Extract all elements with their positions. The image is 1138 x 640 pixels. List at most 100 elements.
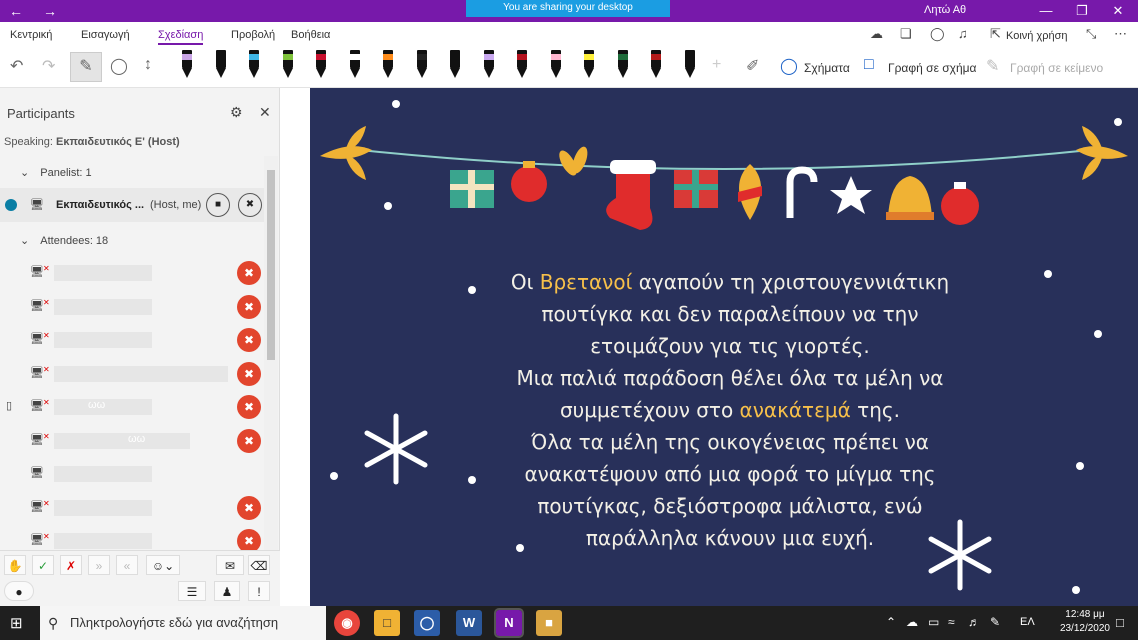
shapes-icon[interactable]: ◯ <box>780 56 798 76</box>
bell-icon[interactable]: ♫ <box>958 26 968 41</box>
attendee-row[interactable]: ▯ 🖥 ✕ ωω ✖ <box>0 390 264 424</box>
attendee-row[interactable]: 🖥 ✕ ✖ <box>0 290 264 324</box>
language-indicator[interactable]: ΕΛ <box>1020 616 1035 628</box>
pen-tool-icon[interactable] <box>545 50 567 82</box>
undo-icon[interactable]: ↶ <box>10 56 23 76</box>
app-icon[interactable]: ■ <box>536 610 562 636</box>
ink-to-text-icon[interactable]: ✎ <box>986 56 999 76</box>
notifications-icon[interactable]: □ <box>1116 615 1124 630</box>
attendee-row[interactable]: 🖥 ✕ ✖ <box>0 323 264 357</box>
pen-tool-icon[interactable] <box>243 50 265 82</box>
megaphone-icon[interactable]: ✉ <box>216 555 244 575</box>
mic-muted-icon[interactable]: ✖ <box>237 294 261 319</box>
pen-tool-icon[interactable] <box>645 50 667 82</box>
mic-muted-icon[interactable]: ✖ <box>238 193 262 217</box>
tab-home[interactable]: Κεντρική <box>10 29 52 41</box>
pen-tool-icon[interactable] <box>444 50 466 82</box>
sharing-banner[interactable]: You are sharing your desktop <box>466 0 670 17</box>
alert-icon[interactable]: ! <box>248 581 270 601</box>
pen-tool-icon[interactable] <box>578 50 600 82</box>
settings-icon[interactable]: ⚙ <box>230 104 243 121</box>
close-icon[interactable]: ✕ <box>1100 0 1136 22</box>
ink-to-shape-icon[interactable]: □ <box>864 56 874 74</box>
pen-tool-icon[interactable] <box>511 50 533 82</box>
onenote-icon[interactable]: N <box>494 608 524 638</box>
more-icon[interactable]: ⋯ <box>1114 26 1127 42</box>
host-row[interactable]: 🖥 Εκπαιδευτικός ... (Host, me) ■ ✖ <box>0 188 264 222</box>
add-space-icon[interactable]: ↕ <box>144 56 152 74</box>
share-icon[interactable]: ⇱ <box>990 26 1001 42</box>
cloud-icon[interactable]: ☁ <box>906 615 918 629</box>
ink-to-text-button[interactable]: Γραφή σε κείμενο <box>1010 61 1103 75</box>
forward-icon[interactable]: → <box>34 0 66 22</box>
pen-tool-icon[interactable] <box>377 50 399 82</box>
attendee-row[interactable]: 🖥 ✕ ✖ <box>0 357 264 391</box>
pen-tool-icon[interactable] <box>679 50 701 82</box>
mic-muted-icon[interactable]: ✖ <box>237 495 261 520</box>
taskbar-search[interactable]: ⚲ Πληκτρολογήστε εδώ για αναζήτηση <box>40 606 326 640</box>
pen-tool-icon[interactable] <box>411 50 433 82</box>
attendee-row[interactable]: 🖥 ✕ ωω ✖ <box>0 424 264 458</box>
pen-tool-icon[interactable] <box>478 50 500 82</box>
eraser-icon[interactable]: ⌫ <box>248 555 270 575</box>
attendee-row[interactable]: 🖥 <box>0 457 264 491</box>
panelist-group[interactable]: ⌄ Panelist: 1 <box>20 166 92 179</box>
sync-icon[interactable]: ☁ <box>870 26 883 42</box>
windows-start-icon[interactable]: ⊞ <box>10 614 23 632</box>
list-icon[interactable]: ☰ <box>178 581 206 601</box>
pen-tool-icon[interactable] <box>344 50 366 82</box>
tab-insert[interactable]: Εισαγωγή <box>81 29 130 41</box>
share-button[interactable]: Κοινή χρήση <box>1006 30 1068 42</box>
word-icon[interactable]: W <box>456 610 482 636</box>
ink-to-shape-button[interactable]: Γραφή σε σχήμα <box>888 61 976 75</box>
pen-tool-icon[interactable] <box>176 50 198 82</box>
add-user-icon[interactable]: ♟ <box>214 581 240 601</box>
attendee-row[interactable]: 🖥 ✕ ✖ <box>0 256 264 290</box>
mic-muted-icon[interactable]: ✖ <box>237 428 261 453</box>
clock[interactable]: 12:48 μμ 23/12/2020 <box>1060 608 1110 636</box>
battery-icon[interactable]: ▭ <box>928 615 939 629</box>
redo-icon[interactable]: ↷ <box>42 56 55 76</box>
tab-help[interactable]: Βοήθεια <box>291 29 330 41</box>
ink-replay-icon[interactable]: ✐ <box>746 56 759 76</box>
slide-canvas[interactable]: Οι Βρετανοί αγαπούν τη χριστουγεννιάτικη… <box>310 88 1138 606</box>
attendee-row[interactable]: 🖥 ✕ ✖ <box>0 491 264 525</box>
emoji-icon[interactable]: ☺⌄ <box>146 555 180 575</box>
tab-view[interactable]: Προβολή <box>231 29 275 41</box>
pen-tool-icon[interactable] <box>277 50 299 82</box>
check-icon[interactable]: ✓ <box>32 555 54 575</box>
lightbulb-icon[interactable]: ◯ <box>930 26 945 42</box>
raise-hand-icon[interactable]: ✋ <box>4 555 26 575</box>
pen-tool-icon[interactable] <box>210 50 232 82</box>
attendees-group[interactable]: ⌄ Attendees: 18 <box>20 234 108 247</box>
shapes-button[interactable]: Σχήματα <box>804 61 850 75</box>
tab-draw[interactable]: Σχεδίαση <box>158 29 204 45</box>
mic-muted-icon[interactable]: ✖ <box>237 261 261 285</box>
mic-muted-icon[interactable]: ✖ <box>237 395 261 419</box>
wifi-icon[interactable]: ≈ <box>948 615 955 629</box>
cross-icon[interactable]: ✗ <box>60 555 82 575</box>
volume-icon[interactable]: ♬ <box>968 615 980 629</box>
add-pen-icon[interactable]: + <box>712 56 721 74</box>
pen-icon[interactable]: ✎ <box>990 615 1000 629</box>
pen-tool-icon[interactable] <box>310 50 332 82</box>
close-panel-icon[interactable]: ✕ <box>259 104 271 121</box>
minimize-icon[interactable]: — <box>1028 0 1064 22</box>
back-icon[interactable]: ← <box>0 0 32 22</box>
lasso-icon[interactable]: ◯ <box>110 56 128 76</box>
webex-icon[interactable]: ◯ <box>414 610 440 636</box>
scrollbar-thumb[interactable] <box>267 170 275 360</box>
audio-toggle-icon[interactable]: ● <box>4 581 34 601</box>
user-name[interactable]: Λητώ Αθ <box>924 4 966 16</box>
mic-muted-icon[interactable]: ✖ <box>237 361 261 386</box>
chevron-up-icon[interactable]: ⌃ <box>886 615 896 629</box>
file-explorer-icon[interactable]: □ <box>374 610 400 636</box>
go-faster-icon[interactable]: » <box>88 555 110 575</box>
expand-icon[interactable]: ⤡ <box>1086 26 1096 42</box>
pen-tool-icon[interactable] <box>612 50 634 82</box>
select-text-icon[interactable]: ✎ <box>70 52 102 82</box>
mic-muted-icon[interactable]: ✖ <box>237 328 261 352</box>
pages-icon[interactable]: ❏ <box>900 26 912 42</box>
maximize-icon[interactable]: ❐ <box>1064 0 1100 22</box>
chrome-icon[interactable]: ◉ <box>334 610 360 636</box>
